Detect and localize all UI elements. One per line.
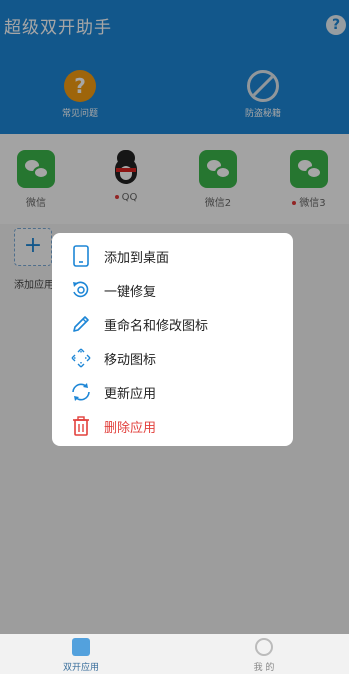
tab-label: 我 的 — [253, 663, 275, 673]
menu-item-move-icon[interactable]: 移动图标 — [52, 341, 293, 375]
trash-icon — [70, 415, 92, 437]
menu-item-add-to-desktop[interactable]: 添加到桌面 — [52, 239, 293, 273]
apps-icon — [72, 638, 90, 656]
bottom-nav: 双开应用 我 的 — [0, 634, 349, 674]
app-context-menu: 添加到桌面 一键修复 重命名和修改图标 移动图标 更新应用 删除应用 — [52, 233, 293, 446]
menu-item-update[interactable]: 更新应用 — [52, 375, 293, 409]
repair-icon — [70, 279, 92, 301]
menu-item-label: 删除应用 — [104, 420, 157, 436]
pencil-icon — [70, 313, 92, 335]
menu-item-delete[interactable]: 删除应用 — [52, 409, 293, 443]
menu-item-label: 一键修复 — [104, 284, 157, 300]
move-icon — [70, 347, 92, 369]
menu-item-repair[interactable]: 一键修复 — [52, 273, 293, 307]
lightbulb-icon — [255, 638, 273, 656]
menu-item-label: 重命名和修改图标 — [104, 318, 209, 334]
tab-me[interactable]: 我 的 — [229, 638, 299, 673]
menu-item-rename[interactable]: 重命名和修改图标 — [52, 307, 293, 341]
tab-label: 双开应用 — [62, 663, 99, 673]
menu-item-label: 更新应用 — [104, 386, 157, 402]
menu-item-label: 移动图标 — [104, 352, 157, 368]
tab-dual-apps[interactable]: 双开应用 — [46, 638, 116, 673]
phone-icon — [70, 245, 92, 267]
menu-item-label: 添加到桌面 — [104, 250, 170, 266]
refresh-icon — [70, 381, 92, 403]
